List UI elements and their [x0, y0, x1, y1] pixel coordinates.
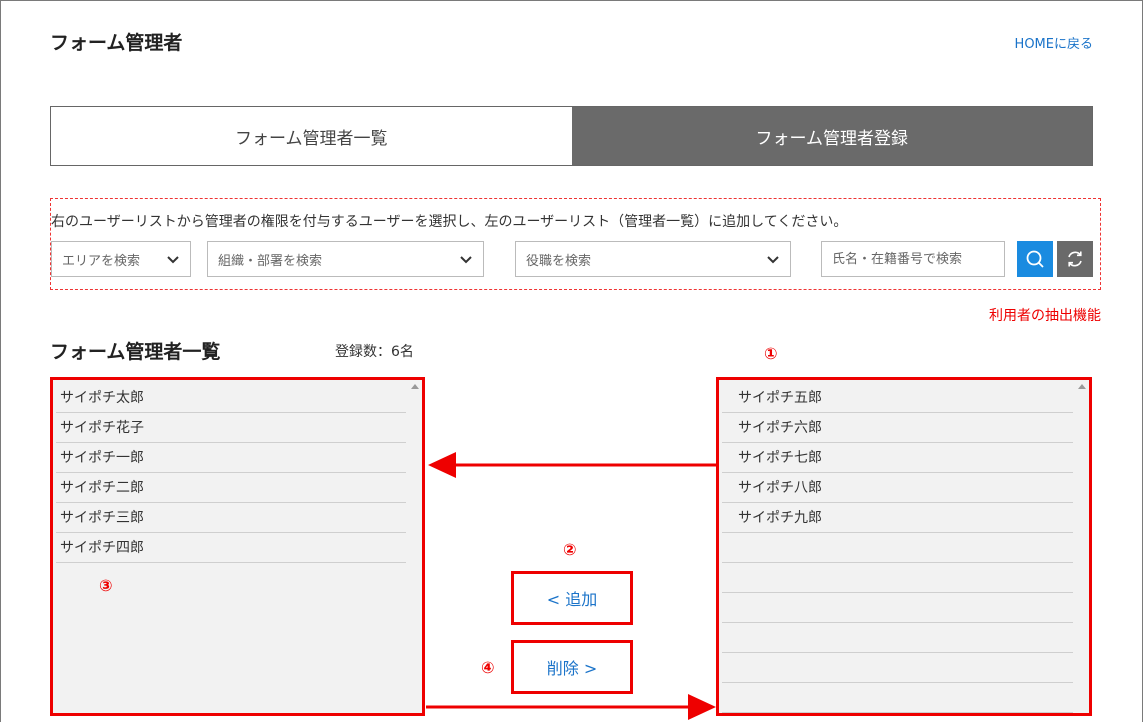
list-item[interactable]: サイポチ花子 [56, 413, 406, 443]
tab-admin-list[interactable]: フォーム管理者一覧 [51, 107, 572, 165]
list-item[interactable]: サイポチ五郎 [722, 383, 1073, 413]
home-link[interactable]: HOMEに戻る [1015, 33, 1093, 52]
marker-4: ④ [481, 658, 495, 677]
page-title: フォーム管理者 [50, 32, 183, 54]
marker-3: ③ [99, 576, 113, 595]
search-icon [1026, 250, 1044, 268]
list-item[interactable]: サイポチ七郎 [722, 443, 1073, 473]
empty-list-row [722, 533, 1073, 563]
tab-admin-register[interactable]: フォーム管理者登録 [571, 107, 1092, 165]
org-select-label: 組織・部署を検索 [218, 253, 323, 269]
admin-listbox[interactable]: サイポチ太郎 サイポチ花子 サイポチ一郎 サイポチ二郎 サイポチ三郎 サイポチ四… [50, 377, 425, 716]
empty-list-row [722, 563, 1073, 593]
marker-2: ② [563, 540, 577, 559]
chevron-down-icon [460, 256, 472, 264]
org-select[interactable]: 組織・部署を検索 [207, 241, 484, 277]
remove-button[interactable]: 削除 > [511, 640, 633, 694]
list-item[interactable]: サイポチ二郎 [56, 473, 406, 503]
list-item[interactable]: サイポチ一郎 [56, 443, 406, 473]
chevron-down-icon [767, 256, 779, 264]
tab-bar: フォーム管理者一覧 フォーム管理者登録 [50, 106, 1093, 166]
chevron-down-icon [167, 256, 179, 264]
add-button[interactable]: < 追加 [511, 571, 633, 625]
list-item[interactable]: サイポチ八郎 [722, 473, 1073, 503]
admin-count: 登録数：6名 [335, 344, 414, 360]
empty-list-row [722, 623, 1073, 653]
empty-list-row [722, 593, 1073, 623]
name-search-input[interactable] [821, 241, 1005, 277]
title-select-label: 役職を検索 [526, 253, 592, 269]
list-item[interactable]: サイポチ六郎 [722, 413, 1073, 443]
user-listbox[interactable]: サイポチ五郎 サイポチ六郎 サイポチ七郎 サイポチ八郎 サイポチ九郎 [716, 377, 1092, 716]
list-item[interactable]: サイポチ四郎 [56, 533, 406, 563]
list-item[interactable]: サイポチ太郎 [56, 383, 406, 413]
list-item[interactable]: サイポチ九郎 [722, 503, 1073, 533]
marker-1: ① [764, 344, 778, 363]
reset-button[interactable] [1057, 241, 1093, 277]
extraction-note: 利用者の抽出機能 [989, 308, 1101, 324]
empty-list-row [722, 683, 1073, 713]
title-select[interactable]: 役職を検索 [515, 241, 791, 277]
user-filter-panel: 右のユーザーリストから管理者の権限を付与するユーザーを選択し、左のユーザーリスト… [50, 198, 1101, 290]
user-list-scrollbar[interactable] [1075, 380, 1089, 713]
empty-list-row [722, 653, 1073, 683]
admin-list-title: フォーム管理者一覧 [50, 341, 221, 363]
search-button[interactable] [1017, 241, 1053, 277]
admin-list-items: サイポチ太郎 サイポチ花子 サイポチ一郎 サイポチ二郎 サイポチ三郎 サイポチ四… [56, 383, 406, 713]
admin-list-scrollbar[interactable] [408, 380, 422, 713]
user-list-items: サイポチ五郎 サイポチ六郎 サイポチ七郎 サイポチ八郎 サイポチ九郎 [722, 383, 1073, 713]
scroll-up-icon[interactable] [411, 384, 419, 389]
area-select-label: エリアを検索 [62, 253, 141, 269]
scroll-up-icon[interactable] [1078, 384, 1086, 389]
refresh-icon [1068, 251, 1082, 267]
filter-instruction: 右のユーザーリストから管理者の権限を付与するユーザーを選択し、左のユーザーリスト… [51, 214, 848, 230]
list-item[interactable]: サイポチ三郎 [56, 503, 406, 533]
area-select[interactable]: エリアを検索 [51, 241, 191, 277]
